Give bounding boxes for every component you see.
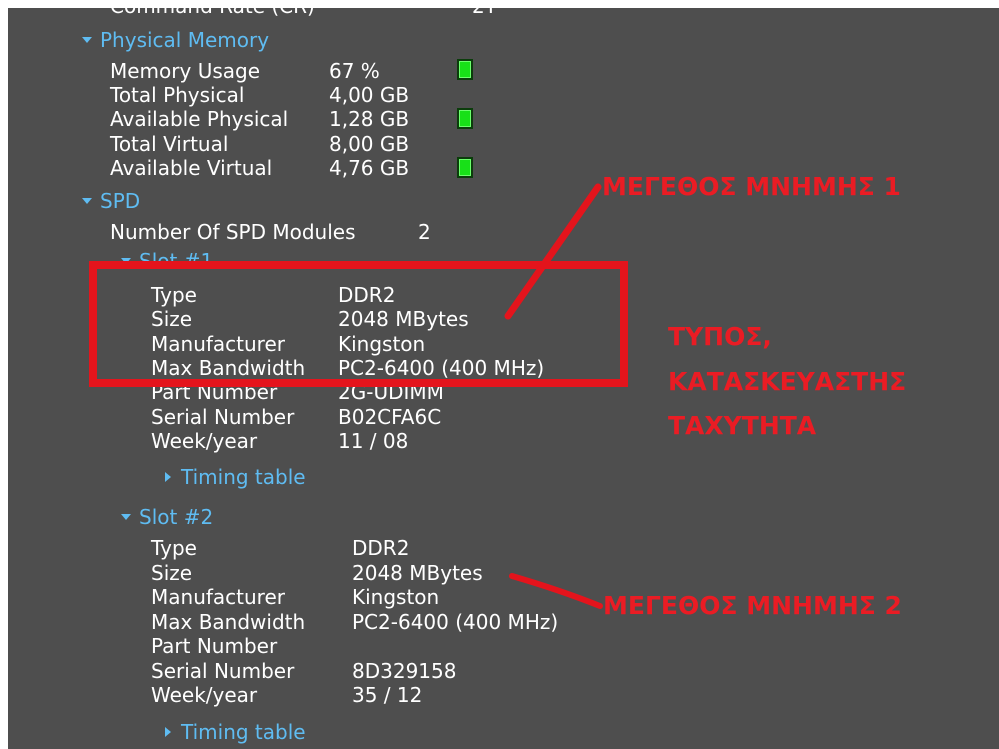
annotation-type: ΤΥΠΟΣ, — [668, 322, 772, 351]
annotation-speed: ΤΑΧΥΤΗΤΑ — [668, 411, 817, 440]
annotation-manufacturer: ΚΑΤΑΣΚΕΥΑΣΤΗΣ — [668, 367, 907, 396]
annotation-size-1: ΜΕΓΕΘΟΣ ΜΝΗΜΗΣ 1 — [602, 172, 901, 201]
pointer-line-size-2 — [509, 573, 603, 609]
annotation-size-2: ΜΕΓΕΘΟΣ ΜΝΗΜΗΣ 2 — [603, 591, 902, 620]
pointer-line-size-1 — [504, 183, 602, 320]
